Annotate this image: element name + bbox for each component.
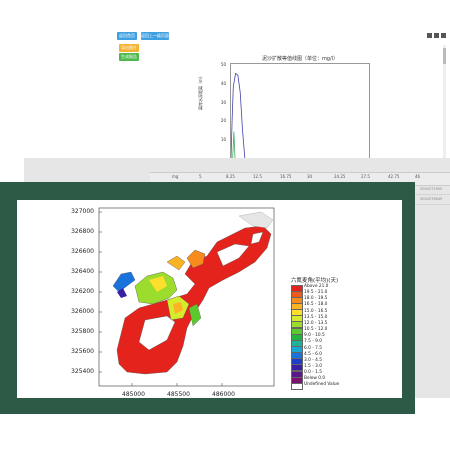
legend-label: 6.0 - 7.5	[304, 345, 322, 351]
map-x-tick-label: 485500	[167, 391, 190, 398]
legend-label: 9.0 - 10.5	[304, 333, 325, 339]
map-x-tick-label: 486000	[212, 391, 235, 398]
legend-label: 15.0 - 16.5	[304, 308, 328, 314]
table-cell-value: 3004376849	[420, 197, 443, 201]
map-y-tick-label: 327000	[71, 208, 94, 215]
map-y-tick-label: 325600	[71, 348, 94, 355]
legend-label: Below 0.0	[304, 376, 326, 382]
map-y-tick-label: 326200	[71, 288, 94, 295]
chart-title: 泥沙扩散等值线图（单位：mg/l）	[261, 56, 339, 62]
legend-label: 1.5 - 3.0	[304, 363, 322, 369]
scrollbar-track[interactable]	[443, 45, 446, 175]
profile-chart-svg	[230, 72, 246, 159]
y-tick-label: 20	[220, 118, 226, 124]
chart-y-axis-label: 离岸水深距离（m）	[198, 74, 203, 110]
export-image-button[interactable]: 导出图片	[119, 44, 139, 52]
legend-label: 13.5 - 15.0	[304, 314, 328, 320]
contour-region	[166, 255, 186, 271]
chart-plot-area	[230, 63, 370, 159]
legend-label: 18.0 - 19.5	[304, 296, 328, 302]
contour-region	[188, 303, 202, 327]
legend-label: 7.5 - 9.0	[304, 339, 322, 345]
map-y-tick-label: 325800	[71, 328, 94, 335]
map-y-tick-label: 326000	[71, 308, 94, 315]
back-previous-button[interactable]: 返回上一级页面	[141, 32, 169, 40]
legend-label: 10.5 - 12.0	[304, 327, 328, 333]
y-tick-label: 40	[220, 80, 226, 86]
map-y-tick-label: 325400	[71, 368, 94, 375]
scrollbar-thumb[interactable]	[443, 48, 446, 64]
table-column-header: 42.75	[388, 174, 400, 179]
legend-label: Undefined Value	[304, 382, 340, 388]
minimize-icon[interactable]	[427, 33, 432, 38]
table-column-header: 8.25	[226, 174, 235, 179]
legend-title: 六氮麦角(平均)(天)	[291, 278, 339, 284]
table-column-header: 12.5	[253, 174, 262, 179]
legend-label: 12.0 - 13.5	[304, 320, 328, 326]
y-tick-label: 10	[220, 137, 226, 143]
series-line	[232, 131, 236, 159]
legend-swatch	[291, 382, 303, 390]
legend-label: Above 21.0	[304, 284, 329, 289]
legend-label: 0.0 - 1.5	[304, 370, 322, 376]
map-y-tick-label: 326400	[71, 268, 94, 275]
legend-label: 19.5 - 21.0	[304, 290, 328, 296]
table-column-header: 24.25	[334, 174, 346, 179]
table-column-header: 5	[199, 174, 202, 179]
legend-label: 4.5 - 6.0	[304, 351, 322, 357]
restore-icon[interactable]	[434, 33, 439, 38]
map-y-tick-label: 326600	[71, 248, 94, 255]
table-column-header: 16.75	[280, 174, 292, 179]
table-cell-value: 3004373905	[420, 187, 443, 191]
contour-region	[112, 271, 136, 293]
y-tick-label: 30	[220, 99, 226, 105]
table-column-header: mg	[172, 174, 179, 179]
y-tick-label: 50	[220, 62, 226, 67]
close-icon[interactable]	[441, 33, 446, 38]
table-column-header: 30	[307, 174, 313, 179]
table-column-header: 46	[415, 174, 421, 179]
table-column-header: 27.5	[361, 174, 370, 179]
map-y-tick-label: 326800	[71, 228, 94, 235]
map-x-tick-label: 485000	[122, 391, 145, 398]
generate-report-button[interactable]: 生成报告	[119, 53, 139, 61]
back-home-button[interactable]: 返回首页	[117, 32, 137, 40]
legend-label: 3.0 - 4.5	[304, 357, 322, 363]
legend-label: 16.5 - 18.0	[304, 302, 328, 308]
